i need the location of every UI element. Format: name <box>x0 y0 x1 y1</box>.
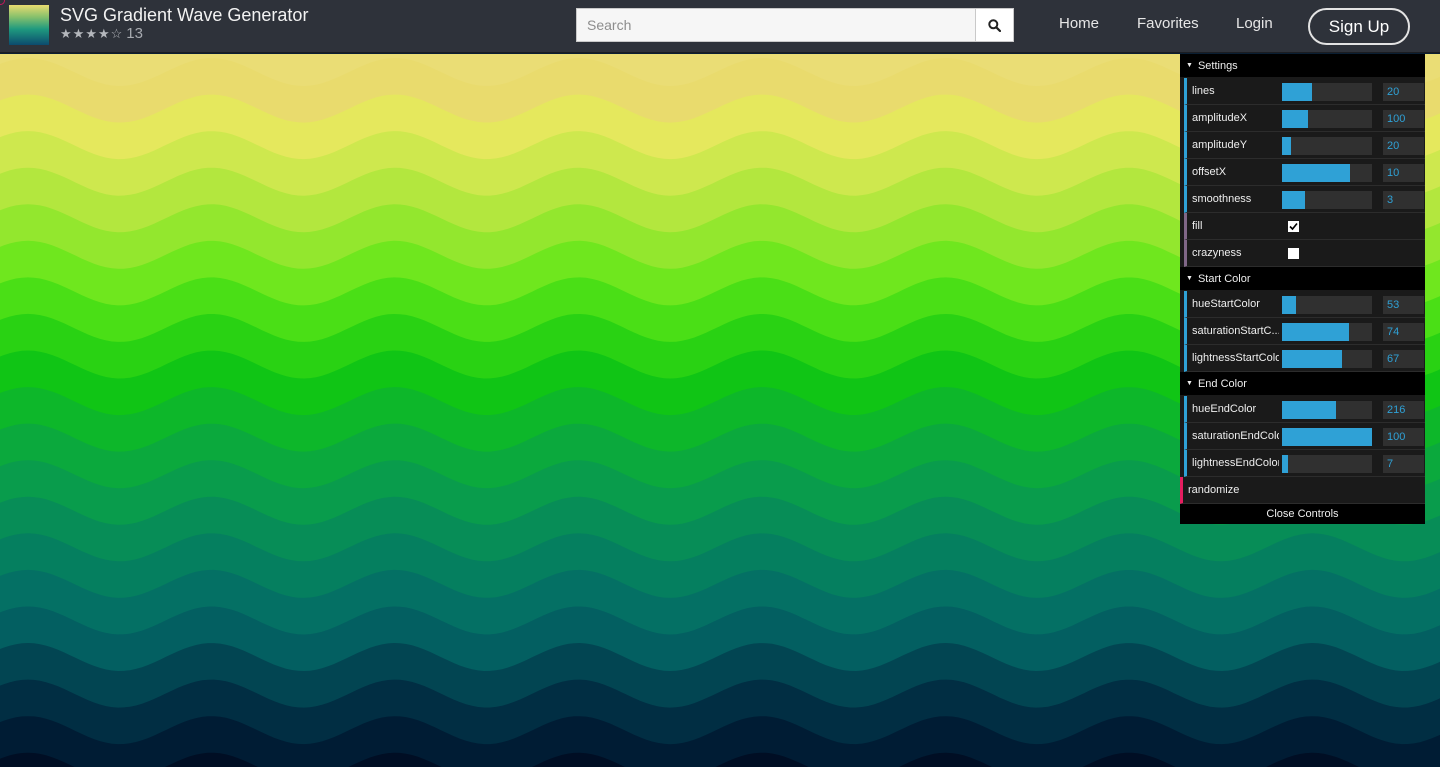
control-label: saturationStartC... <box>1192 325 1279 337</box>
star-full-icon: ★ <box>60 26 72 41</box>
nav-login[interactable]: Login <box>1236 15 1273 32</box>
slider-track[interactable] <box>1282 137 1372 155</box>
slider-row[interactable]: lightnessStartColo <box>1184 345 1425 372</box>
nav-favorites[interactable]: Favorites <box>1137 15 1199 32</box>
slider-track[interactable] <box>1282 323 1372 341</box>
search-icon <box>988 18 1001 32</box>
control-label: amplitudeY <box>1192 139 1248 151</box>
slider-fill <box>1282 428 1372 446</box>
slider-fill <box>1282 350 1343 368</box>
top-bar: SVG Gradient Wave Generator ★ ★ ★ ★ ☆ 13… <box>0 0 1440 53</box>
rating: ★ ★ ★ ★ ☆ 13 <box>60 25 143 42</box>
control-label: hueEndColor <box>1192 403 1257 415</box>
page-title: SVG Gradient Wave Generator <box>60 5 309 25</box>
toggle-fill[interactable]: fill <box>1184 213 1425 240</box>
control-label: crazyness <box>1192 247 1242 259</box>
folder-settings[interactable]: ▼ Settings <box>1180 54 1425 78</box>
slider-row[interactable]: saturationStartC... <box>1184 318 1425 345</box>
slider-track[interactable] <box>1282 296 1372 314</box>
slider-track[interactable] <box>1282 164 1372 182</box>
caret-down-icon: ▼ <box>1186 275 1193 282</box>
number-input[interactable] <box>1383 296 1424 314</box>
number-input[interactable] <box>1383 401 1424 419</box>
slider-fill <box>1282 296 1296 314</box>
control-label: lines <box>1192 85 1215 97</box>
slider-fill <box>1282 137 1291 155</box>
controls-panel: ▼ Settings lines amplitudeX amplitudeY offs… <box>1180 54 1425 524</box>
slider-track[interactable] <box>1282 350 1372 368</box>
control-label: randomize <box>1188 484 1240 496</box>
folder-start-color[interactable]: ▼ Start Color <box>1180 267 1425 291</box>
number-input[interactable] <box>1383 164 1424 182</box>
slider-row[interactable]: saturationEndColo <box>1184 423 1425 450</box>
slider-track[interactable] <box>1282 428 1372 446</box>
slider-fill <box>1282 164 1351 182</box>
star-full-icon: ★ <box>97 26 110 41</box>
star-empty-icon: ☆ <box>110 26 123 41</box>
control-label: lightnessEndColor <box>1192 457 1279 469</box>
slider-row[interactable]: amplitudeX <box>1184 105 1425 132</box>
crazyness-checkbox[interactable] <box>1288 248 1299 259</box>
slider-fill <box>1282 323 1349 341</box>
folder-end-color[interactable]: ▼ End Color <box>1180 372 1425 396</box>
rating-count: 13 <box>126 25 143 42</box>
control-label: fill <box>1192 220 1203 232</box>
slider-track[interactable] <box>1282 83 1372 101</box>
search-input[interactable] <box>576 8 976 42</box>
control-label: lightnessStartColo <box>1192 352 1279 364</box>
slider-row[interactable]: amplitudeY <box>1184 132 1425 159</box>
slider-row[interactable]: lines <box>1184 78 1425 105</box>
slider-track[interactable] <box>1282 191 1372 209</box>
slider-track[interactable] <box>1282 110 1372 128</box>
slider-row[interactable]: hueStartColor <box>1184 291 1425 318</box>
star-full-icon: ★ <box>72 26 85 41</box>
slider-row[interactable]: lightnessEndColor <box>1184 450 1425 477</box>
slider-row[interactable]: smoothness <box>1184 186 1425 213</box>
slider-row[interactable]: offsetX <box>1184 159 1425 186</box>
randomize-button[interactable]: randomize <box>1180 477 1425 504</box>
control-label: hueStartColor <box>1192 298 1260 310</box>
control-label: amplitudeX <box>1192 112 1248 124</box>
control-label: saturationEndColo <box>1192 430 1279 442</box>
number-input[interactable] <box>1383 323 1424 341</box>
pen-thumbnail[interactable] <box>9 5 49 45</box>
number-input[interactable] <box>1383 428 1424 446</box>
star-full-icon: ★ <box>85 26 97 41</box>
search-button[interactable] <box>975 8 1014 42</box>
folder-title-label: Start Color <box>1197 272 1251 285</box>
slider-fill <box>1282 110 1309 128</box>
slider-fill <box>1282 83 1312 101</box>
caret-down-icon: ▼ <box>1186 62 1193 69</box>
caret-down-icon: ▼ <box>1186 380 1193 387</box>
slider-fill <box>1282 401 1336 419</box>
slider-row[interactable]: hueEndColor <box>1184 396 1425 423</box>
number-input[interactable] <box>1383 191 1424 209</box>
slider-track[interactable] <box>1282 401 1372 419</box>
corner-indicator-icon <box>0 0 5 5</box>
number-input[interactable] <box>1383 455 1424 473</box>
fill-checkbox[interactable] <box>1288 221 1299 232</box>
folder-title-label: Settings <box>1197 59 1238 72</box>
number-input[interactable] <box>1383 83 1424 101</box>
sign-up-button[interactable]: Sign Up <box>1308 8 1410 45</box>
toggle-crazyness[interactable]: crazyness <box>1184 240 1425 267</box>
number-input[interactable] <box>1383 137 1424 155</box>
control-label: offsetX <box>1192 166 1227 178</box>
slider-fill <box>1282 455 1289 473</box>
number-input[interactable] <box>1383 350 1424 368</box>
slider-fill <box>1282 191 1306 209</box>
checkmark-icon <box>1289 222 1298 231</box>
close-controls-button[interactable]: Close Controls <box>1180 504 1425 524</box>
number-input[interactable] <box>1383 110 1424 128</box>
slider-track[interactable] <box>1282 455 1372 473</box>
nav-home[interactable]: Home <box>1059 15 1099 32</box>
folder-title-label: End Color <box>1197 377 1247 390</box>
control-label: smoothness <box>1192 193 1252 205</box>
